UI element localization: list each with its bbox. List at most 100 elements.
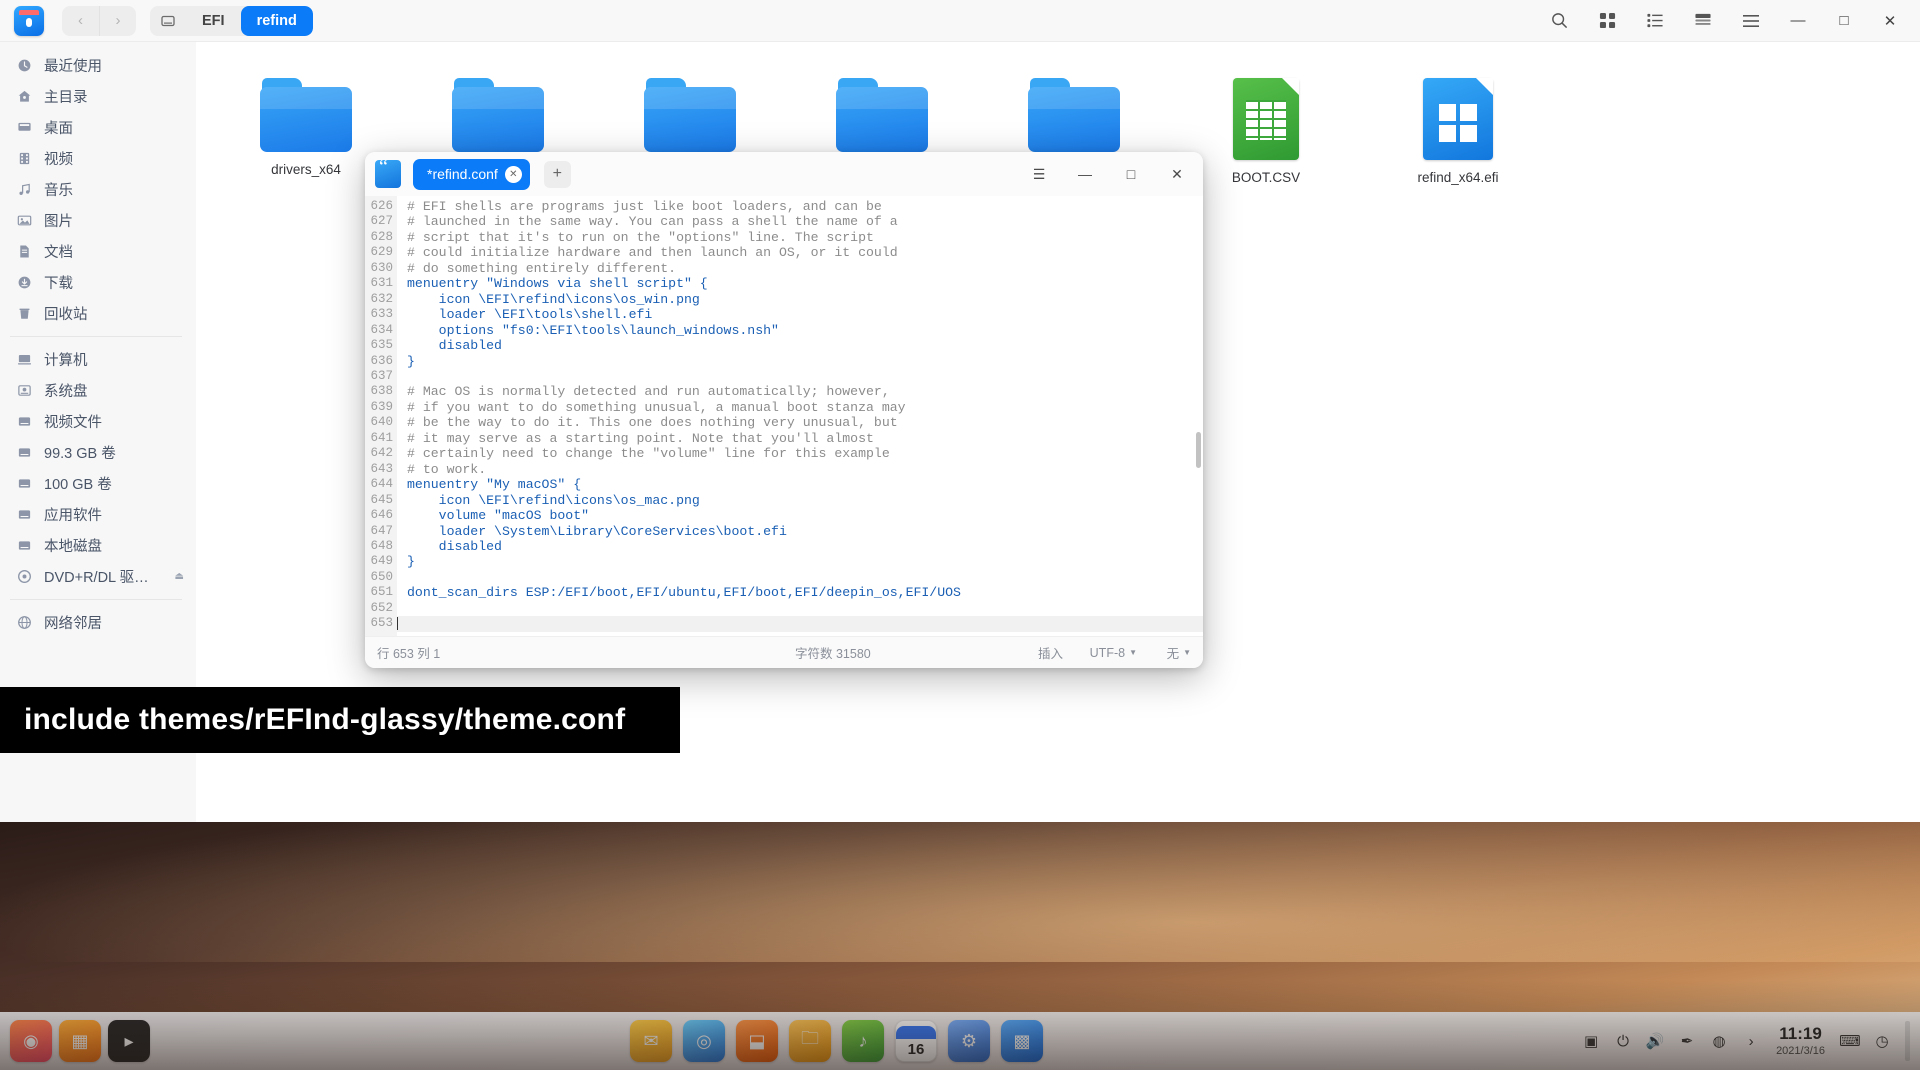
chevron-right-icon[interactable]: › — [1736, 1021, 1766, 1061]
code-editor-area[interactable]: # EFI shells are programs just like boot… — [397, 196, 1203, 636]
calendar-header — [896, 1026, 936, 1039]
sidebar-item-desktop[interactable]: 桌面 — [0, 112, 196, 143]
close-button[interactable]: ✕ — [1870, 3, 1910, 39]
minimize-button[interactable]: — — [1778, 3, 1818, 39]
line-number: 646 — [365, 508, 393, 523]
sidebar-item-downloads[interactable]: 下载 — [0, 267, 196, 298]
maximize-button[interactable]: □ — [1824, 3, 1864, 39]
new-tab-button[interactable]: + — [544, 161, 571, 188]
sidebar-item-volume-99[interactable]: 99.3 GB 卷 — [0, 437, 196, 468]
music-icon[interactable]: ♪ — [842, 1020, 884, 1062]
file-name: refind_x64.efi — [1417, 170, 1498, 185]
breadcrumb-item-efi[interactable]: EFI — [186, 6, 241, 36]
sidebar-item-music[interactable]: 音乐 — [0, 174, 196, 205]
breadcrumb-item-refind[interactable]: refind — [241, 6, 313, 36]
sidebar-item-video-volume[interactable]: 视频文件 — [0, 406, 196, 437]
menu-icon[interactable] — [1730, 3, 1772, 39]
terminal-icon[interactable]: ▸ — [108, 1020, 150, 1062]
list-view-icon[interactable] — [1634, 3, 1676, 39]
sidebar-item-recent[interactable]: 最近使用 — [0, 50, 196, 81]
disk-icon[interactable] — [150, 6, 186, 36]
store-icon[interactable]: ⬓ — [736, 1020, 778, 1062]
file-manager-logo-icon — [14, 6, 44, 36]
sidebar-item-network[interactable]: 网络邻居 — [0, 607, 196, 638]
line-number: 627 — [365, 214, 393, 229]
editor-tab-refind-conf[interactable]: *refind.conf ✕ — [413, 159, 530, 190]
settings-icon[interactable]: ⚙ — [948, 1020, 990, 1062]
code-line: # certainly need to change the "volume" … — [407, 446, 1203, 461]
music-icon — [16, 181, 33, 198]
forward-button[interactable]: › — [99, 6, 136, 36]
sidebar-label: 系统盘 — [44, 380, 88, 401]
desktop-icon — [16, 119, 33, 136]
caption-overlay: include themes/rEFInd-glassy/theme.conf — [0, 687, 680, 753]
editor-minimize-button[interactable]: — — [1065, 157, 1105, 191]
sidebar-item-volume-100[interactable]: 100 GB 卷 — [0, 468, 196, 499]
show-desktop-button[interactable] — [1905, 1021, 1910, 1061]
sidebar-item-home[interactable]: 主目录 — [0, 81, 196, 112]
line-number: 641 — [365, 431, 393, 446]
code-line: icon \EFI\refind\icons\os_win.png — [407, 292, 1203, 307]
browser-icon[interactable]: ◎ — [683, 1020, 725, 1062]
file-item-refind-efi[interactable]: refind_x64.efi — [1362, 62, 1554, 226]
editor-close-button[interactable]: ✕ — [1157, 157, 1197, 191]
line-number: 640 — [365, 415, 393, 430]
code-line: # it may serve as a starting point. Note… — [407, 431, 1203, 446]
files-icon[interactable]: 🗀 — [789, 1020, 831, 1062]
mail-icon[interactable]: ✉ — [630, 1020, 672, 1062]
sidebar-item-pictures[interactable]: 图片 — [0, 205, 196, 236]
pen-icon[interactable]: ✒ — [1672, 1021, 1702, 1061]
power-icon[interactable]: ⏻ — [1608, 1021, 1638, 1061]
insert-mode[interactable]: 插入 — [1038, 643, 1063, 662]
sidebar-label: 最近使用 — [44, 55, 102, 76]
line-number-gutter: 6266276286296306316326336346356366376386… — [365, 196, 397, 636]
code-line: # be the way to do it. This one does not… — [407, 415, 1203, 430]
folder-icon — [1028, 78, 1120, 152]
cursor-position: 行 653 列 1 — [377, 643, 440, 662]
launcher-icon[interactable]: ◉ — [10, 1020, 52, 1062]
editor-maximize-button[interactable]: □ — [1111, 157, 1151, 191]
line-ending-selector[interactable]: 无 ▼ — [1167, 643, 1191, 662]
detail-view-icon[interactable] — [1682, 3, 1724, 39]
sidebar-label: 下载 — [44, 272, 73, 293]
sidebar-item-system-disk[interactable]: 系统盘 — [0, 375, 196, 406]
drive-icon — [16, 506, 33, 523]
sidebar-item-computer[interactable]: 计算机 — [0, 344, 196, 375]
hamburger-menu-icon[interactable]: ☰ — [1019, 157, 1059, 191]
clock[interactable]: 11:19 2021/3/16 — [1776, 1024, 1825, 1057]
keyboard-icon[interactable]: ⌨ — [1835, 1021, 1865, 1061]
shield-icon[interactable]: ◍ — [1704, 1021, 1734, 1061]
sidebar-item-trash[interactable]: 回收站 — [0, 298, 196, 329]
app-store-icon[interactable]: ▩ — [1001, 1020, 1043, 1062]
line-number: 648 — [365, 539, 393, 554]
sidebar-label: 网络邻居 — [44, 612, 102, 633]
line-number: 650 — [365, 570, 393, 585]
app-grid-icon[interactable]: ▦ — [59, 1020, 101, 1062]
folder-icon — [452, 78, 544, 152]
line-number: 628 — [365, 230, 393, 245]
screenshot-icon[interactable]: ▣ — [1576, 1021, 1606, 1061]
vertical-scrollbar[interactable] — [1196, 432, 1201, 468]
sidebar-item-documents[interactable]: 文档 — [0, 236, 196, 267]
volume-icon[interactable]: 🔊 — [1640, 1021, 1670, 1061]
line-number: 639 — [365, 400, 393, 415]
back-button[interactable]: ‹ — [62, 6, 99, 36]
close-icon[interactable]: ✕ — [505, 166, 522, 183]
video-icon — [16, 150, 33, 167]
icon-view-icon[interactable] — [1586, 3, 1628, 39]
line-number: 636 — [365, 354, 393, 369]
search-icon[interactable] — [1538, 3, 1580, 39]
code-line: # if you want to do something unusual, a… — [407, 400, 1203, 415]
code-line: # do something entirely different. — [407, 261, 1203, 276]
eject-icon[interactable]: ⏏ — [175, 571, 184, 582]
sidebar-item-dvd-drive[interactable]: DVD+R/DL 驱… ⏏ — [0, 561, 196, 592]
notification-icon[interactable]: ◷ — [1867, 1021, 1897, 1061]
sidebar-item-apps-volume[interactable]: 应用软件 — [0, 499, 196, 530]
sidebar-item-videos[interactable]: 视频 — [0, 143, 196, 174]
sidebar-label: 回收站 — [44, 303, 88, 324]
system-tray: ▣ ⏻ 🔊 ✒ ◍ › 11:19 2021/3/16 ⌨ ◷ — [1576, 1021, 1910, 1061]
sidebar-item-local-disk[interactable]: 本地磁盘 — [0, 530, 196, 561]
code-line: # could initialize hardware and then lau… — [407, 245, 1203, 260]
calendar-icon[interactable]: 16 — [895, 1020, 937, 1062]
encoding-selector[interactable]: UTF-8 ▼ — [1090, 646, 1137, 660]
